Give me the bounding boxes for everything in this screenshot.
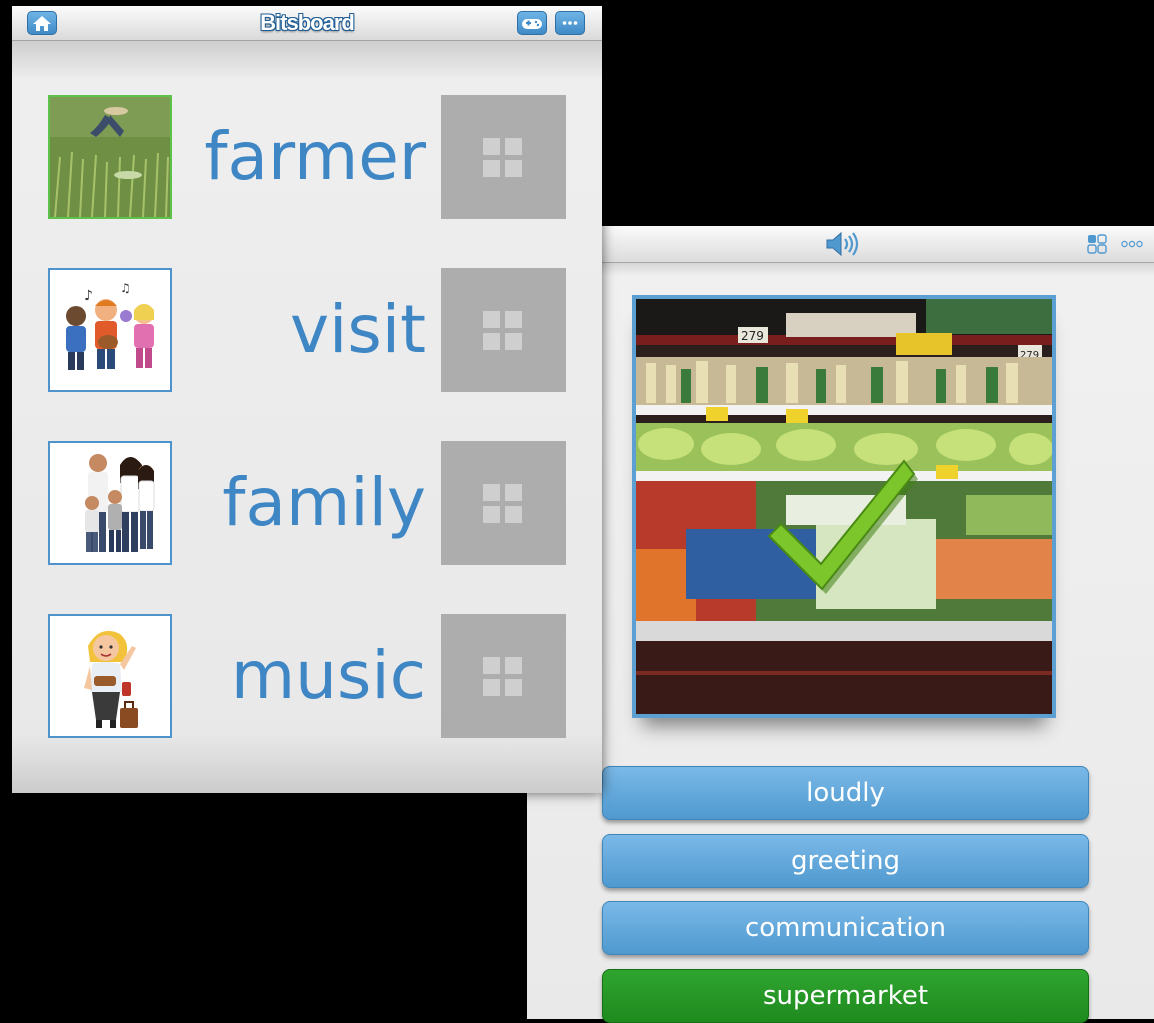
picture-card-farmer[interactable] bbox=[48, 95, 172, 219]
word-label-farmer[interactable]: farmer bbox=[204, 95, 426, 219]
answer-button-correct[interactable]: supermarket bbox=[602, 969, 1089, 1023]
drop-slot-1[interactable] bbox=[441, 95, 566, 219]
kids-music-image: ♪ ♫ bbox=[66, 281, 154, 370]
mode-grid-icon[interactable] bbox=[1087, 234, 1107, 254]
home-button[interactable] bbox=[27, 11, 57, 35]
drop-slot-2[interactable] bbox=[441, 268, 566, 392]
app-logo: Bitsboard bbox=[260, 10, 355, 35]
word-label-visit[interactable]: visit bbox=[290, 268, 426, 392]
games-button[interactable] bbox=[517, 11, 547, 35]
traveler-woman-image bbox=[84, 630, 138, 728]
family-image bbox=[85, 454, 155, 552]
bottom-shadow bbox=[12, 733, 602, 793]
answer-button-1[interactable]: loudly bbox=[602, 766, 1089, 820]
supermarket-photo: 279 279 bbox=[636, 299, 1052, 714]
grid-placeholder-icon bbox=[483, 484, 500, 501]
word-row-visit: ♪ ♫ visit bbox=[48, 268, 566, 392]
drop-slot-3[interactable] bbox=[441, 441, 566, 565]
question-photo-frame: 279 279 bbox=[632, 295, 1056, 718]
svg-text:♪: ♪ bbox=[84, 288, 93, 304]
word-row-farmer: farmer bbox=[48, 95, 566, 219]
picture-card-family[interactable] bbox=[48, 441, 172, 565]
word-row-family: family bbox=[48, 441, 566, 565]
toolbar-shadow bbox=[12, 40, 602, 80]
answer-button-3[interactable]: communication bbox=[602, 901, 1089, 955]
more-button[interactable] bbox=[555, 11, 585, 35]
price-tag-text: 279 bbox=[741, 329, 764, 343]
word-label-music[interactable]: music bbox=[231, 614, 426, 738]
more-dots-icon bbox=[562, 21, 578, 25]
gamepad-icon bbox=[522, 19, 542, 29]
svg-text:♫: ♫ bbox=[120, 281, 131, 295]
grid-placeholder-icon bbox=[483, 138, 500, 155]
more-options-icon[interactable] bbox=[1121, 240, 1143, 248]
picture-card-visit[interactable]: ♪ ♫ bbox=[48, 268, 172, 392]
matching-screen: Bitsboard farmer ♪ ♫ visit family music bbox=[12, 6, 602, 793]
word-row-music: music bbox=[48, 614, 566, 738]
grid-placeholder-icon bbox=[483, 657, 500, 674]
quiz-toolbar bbox=[527, 226, 1154, 263]
quiz-screen: 279 279 loudly greeting communication su… bbox=[527, 226, 1154, 1023]
picture-card-music[interactable] bbox=[48, 614, 172, 738]
speaker-icon[interactable] bbox=[824, 230, 864, 258]
toolbar-shadow bbox=[527, 262, 1154, 276]
farmer-image bbox=[50, 97, 170, 217]
drop-slot-4[interactable] bbox=[441, 614, 566, 738]
answer-button-2[interactable]: greeting bbox=[602, 834, 1089, 888]
word-label-family[interactable]: family bbox=[222, 441, 426, 565]
top-toolbar: Bitsboard bbox=[12, 6, 602, 41]
home-icon bbox=[33, 16, 51, 31]
grid-placeholder-icon bbox=[483, 311, 500, 328]
